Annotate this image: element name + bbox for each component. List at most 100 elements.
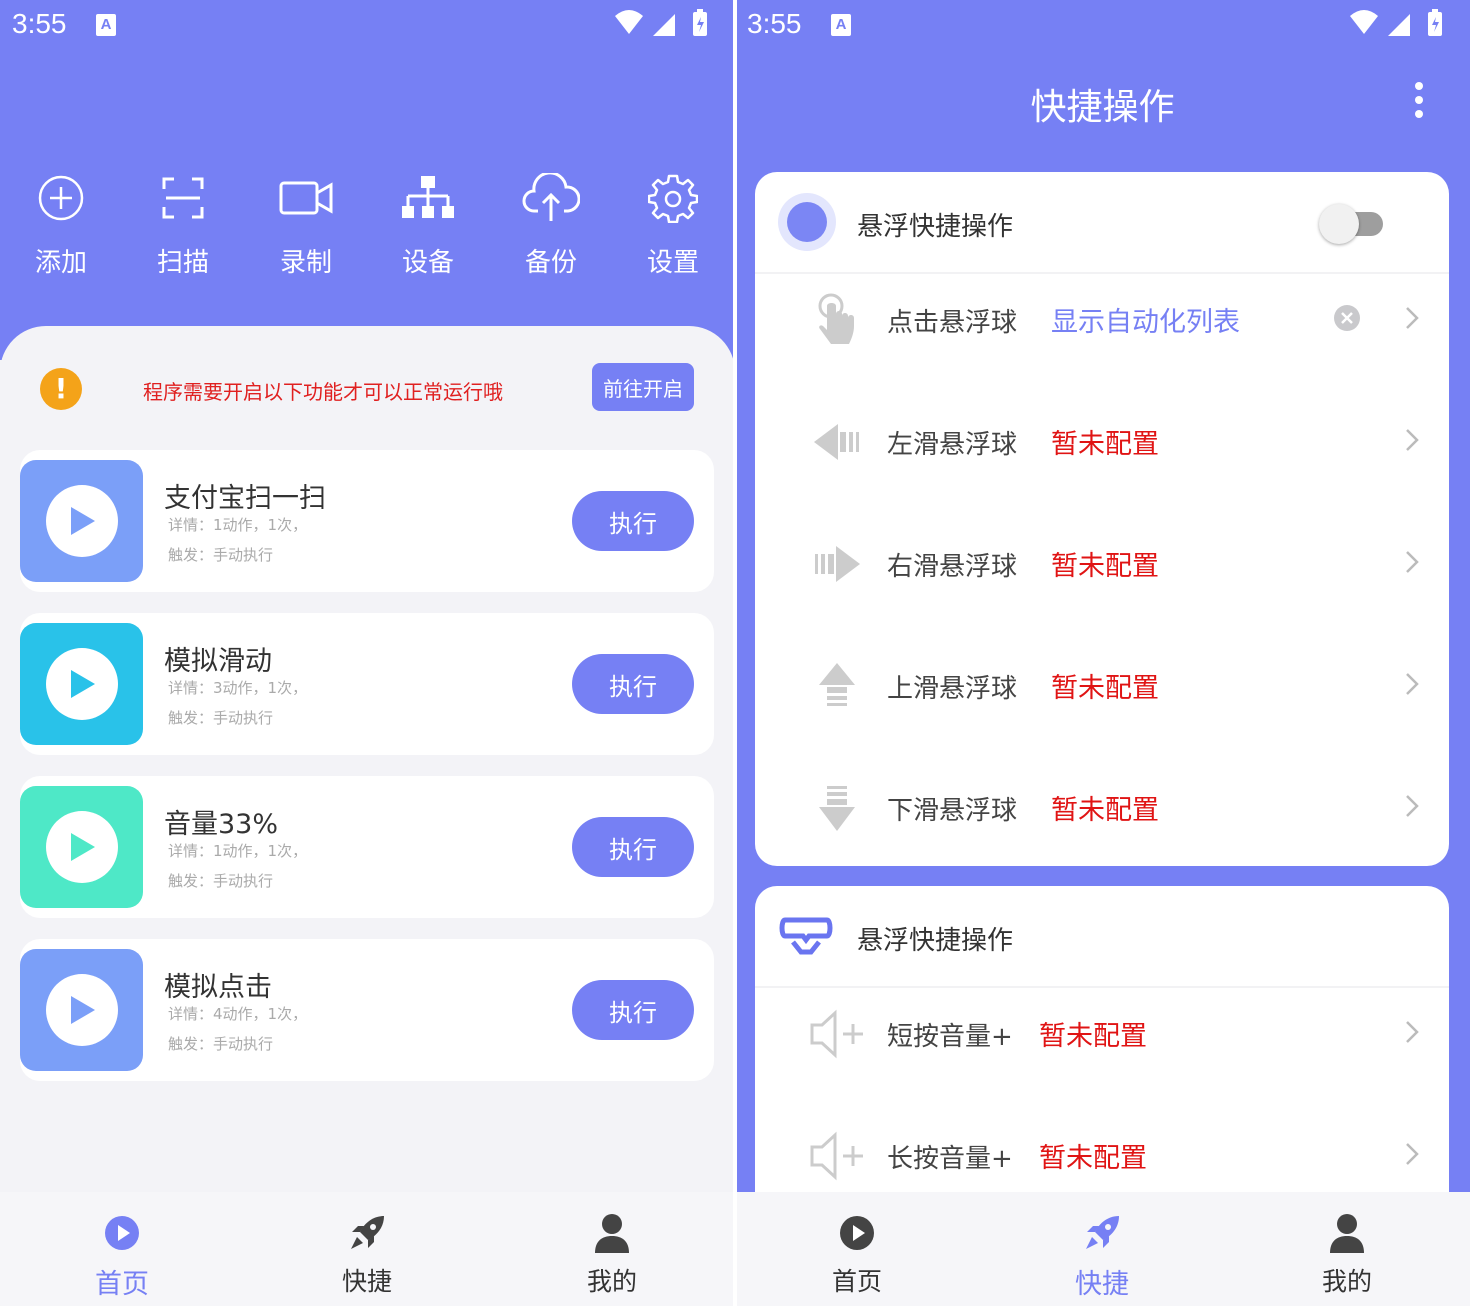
cloud-upload-icon (522, 173, 580, 221)
nav-quick[interactable]: 快捷 (1042, 1212, 1162, 1301)
wifi-icon (615, 10, 643, 34)
volume-up-icon (810, 1131, 863, 1181)
user-icon (1330, 1214, 1364, 1253)
settings-row[interactable]: 左滑悬浮球 暂未配置 (755, 386, 1449, 508)
toolbar-record[interactable]: 录制 (251, 168, 361, 279)
row-label: 右滑悬浮球 (887, 552, 1018, 582)
wifi-icon (1350, 10, 1378, 34)
rocket-icon (1086, 1216, 1119, 1249)
toolbar-record-label: 录制 (279, 248, 332, 278)
toolbar-settings-label: 设置 (646, 248, 699, 278)
volume-up-icon (810, 1009, 863, 1059)
gear-icon (648, 174, 698, 223)
row-value: 暂未配置 (1051, 429, 1159, 460)
task-trigger: 触发：手动执行 (168, 872, 274, 890)
device-tree-icon (402, 176, 454, 218)
play-circle-icon (105, 1216, 139, 1250)
nav-quick-label: 快捷 (1075, 1269, 1129, 1300)
swipe-left-icon (814, 424, 859, 460)
task-trigger: 触发：手动执行 (168, 1035, 274, 1053)
swipe-down-icon (819, 786, 855, 831)
toolbar-device[interactable]: 设备 (373, 168, 483, 279)
play-icon (70, 670, 95, 698)
task-card[interactable]: 音量33% 详情：1动作，1次， 触发：手动执行 执行 (20, 776, 714, 918)
glasses-icon (779, 917, 833, 955)
row-value: 暂未配置 (1039, 1143, 1147, 1174)
go-enable-button[interactable]: 前往开启 (592, 363, 694, 411)
nav-home[interactable]: 首页 (797, 1212, 917, 1298)
execute-button[interactable]: 执行 (572, 980, 694, 1040)
task-name: 音量33% (164, 809, 279, 840)
bottom-nav: 首页 快捷 我的 (735, 1192, 1470, 1306)
status-icons (1348, 8, 1458, 44)
nav-mine-label: 我的 (586, 1267, 637, 1296)
more-menu-icon[interactable] (1407, 82, 1431, 122)
notification-a-icon: A (831, 14, 851, 36)
status-time: 3:55 (747, 8, 802, 39)
settings-row[interactable]: 点击悬浮球 显示自动化列表 (755, 264, 1449, 386)
permission-notice: ! 程序需要开启以下功能才可以正常运行哦 前往开启 (0, 342, 735, 432)
settings-row[interactable]: 下滑悬浮球 暂未配置 (755, 752, 1449, 874)
play-icon (70, 507, 95, 535)
section-title: 悬浮快捷操作 (857, 926, 1014, 956)
row-label: 下滑悬浮球 (887, 796, 1018, 826)
row-value: 暂未配置 (1051, 551, 1159, 582)
settings-row[interactable]: 右滑悬浮球 暂未配置 (755, 508, 1449, 630)
task-detail: 详情：3动作，1次， (168, 679, 308, 697)
clear-icon (1334, 305, 1360, 331)
row-value: 暂未配置 (1051, 673, 1159, 704)
floating-ball-section: 悬浮快捷操作 点击悬浮球 显示自动化列表 左滑悬浮球 暂未配置 右滑悬浮球 暂未… (755, 172, 1449, 866)
task-card[interactable]: 模拟滑动 详情：3动作，1次， 触发：手动执行 执行 (20, 613, 714, 755)
signal-icon (653, 14, 675, 36)
task-thumbnail (20, 949, 143, 1071)
section-header: 悬浮快捷操作 (755, 886, 1449, 988)
nav-quick[interactable]: 快捷 (307, 1212, 427, 1298)
row-value: 显示自动化列表 (1051, 307, 1240, 338)
toolbar-scan[interactable]: 扫描 (128, 168, 238, 279)
nav-home[interactable]: 首页 (62, 1212, 182, 1301)
notice-message: 程序需要开启以下功能才可以正常运行哦 (143, 380, 503, 404)
play-icon (70, 833, 95, 861)
swipe-right-icon (815, 546, 860, 582)
settings-row[interactable]: 短按音量+ 暂未配置 (755, 978, 1449, 1100)
play-icon (70, 996, 95, 1024)
task-card[interactable]: 支付宝扫一扫 详情：1动作，1次， 触发：手动执行 执行 (20, 450, 714, 592)
task-name: 模拟点击 (164, 972, 272, 1003)
toolbar-backup[interactable]: 备份 (496, 168, 606, 279)
toolbar-add-label: 添加 (34, 248, 87, 278)
task-name: 模拟滑动 (164, 646, 272, 677)
nav-mine[interactable]: 我的 (1287, 1212, 1407, 1298)
row-value: 暂未配置 (1051, 795, 1159, 826)
user-icon (595, 1214, 629, 1253)
task-trigger: 触发：手动执行 (168, 546, 274, 564)
section-header: 悬浮快捷操作 (755, 172, 1449, 274)
settings-row[interactable]: 上滑悬浮球 暂未配置 (755, 630, 1449, 752)
screen-divider (733, 0, 737, 1306)
status-bar: 3:55 A (0, 0, 735, 50)
play-circle-icon (840, 1216, 874, 1250)
execute-button[interactable]: 执行 (572, 817, 694, 877)
toolbar-add[interactable]: 添加 (6, 168, 116, 279)
task-thumbnail (20, 623, 143, 745)
nav-home-label: 首页 (95, 1269, 149, 1300)
notification-a-icon: A (96, 14, 116, 36)
execute-button[interactable]: 执行 (572, 654, 694, 714)
floating-ball-icon (778, 193, 836, 251)
section-title: 悬浮快捷操作 (857, 212, 1014, 242)
warning-icon: ! (40, 368, 82, 410)
toolbar-settings[interactable]: 设置 (618, 168, 728, 279)
row-value: 暂未配置 (1039, 1021, 1147, 1052)
signal-icon (1388, 14, 1410, 36)
task-card[interactable]: 模拟点击 详情：4动作，1次， 触发：手动执行 执行 (20, 939, 714, 1081)
home-screen: 3:55 A 添加 扫描 录制 设备 备份 设置 ! 程序需要开启以下功能才可以… (0, 0, 735, 1306)
tap-hand-icon (818, 293, 854, 344)
chevron-right-icon (1406, 795, 1419, 817)
nav-mine[interactable]: 我的 (552, 1212, 672, 1298)
floating-toggle[interactable] (1319, 204, 1383, 244)
execute-button[interactable]: 执行 (572, 491, 694, 551)
row-label: 左滑悬浮球 (887, 430, 1018, 460)
nav-mine-label: 我的 (1321, 1267, 1372, 1296)
video-icon (279, 181, 333, 215)
scan-icon (162, 177, 204, 219)
task-detail: 详情：4动作，1次， (168, 1005, 308, 1023)
